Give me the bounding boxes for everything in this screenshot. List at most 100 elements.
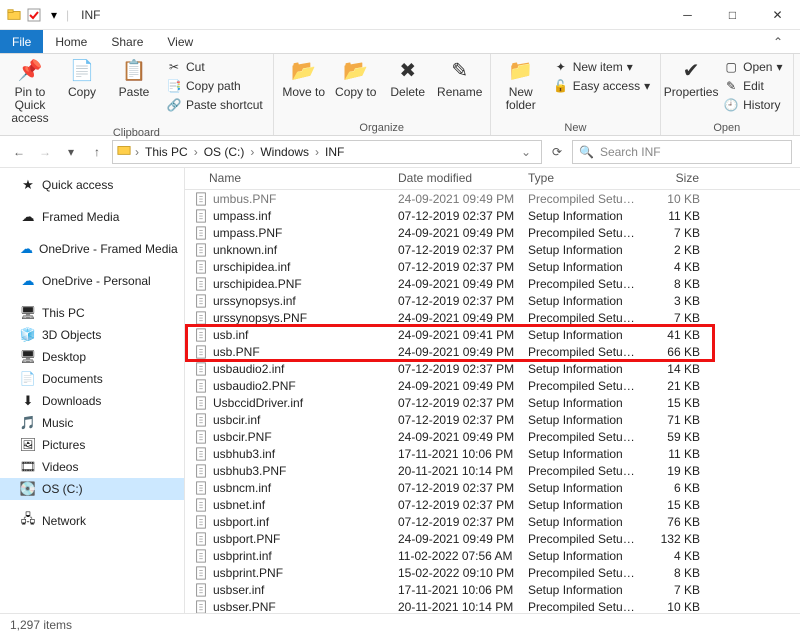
nav-this-pc[interactable]: 🖥This PC — [0, 302, 184, 324]
paste-button[interactable]: 📋Paste — [110, 56, 158, 99]
tab-file[interactable]: File — [0, 30, 43, 53]
chevron-right-icon[interactable]: › — [313, 145, 321, 159]
collapse-ribbon-button[interactable]: ⌃ — [756, 30, 800, 53]
file-row[interactable]: umbus.PNF24-09-2021 09:49 PMPrecompiled … — [185, 190, 800, 207]
copy-to-button[interactable]: 📂Copy to — [332, 56, 380, 99]
file-row[interactable]: UsbccidDriver.inf07-12-2019 02:37 PMSetu… — [185, 394, 800, 411]
file-row[interactable]: usbport.inf07-12-2019 02:37 PMSetup Info… — [185, 513, 800, 530]
nav-onedrive-framed[interactable]: ☁OneDrive - Framed Media — [0, 238, 184, 260]
column-type[interactable]: Type — [520, 168, 638, 189]
column-name[interactable]: Name — [185, 168, 390, 189]
nav-pictures[interactable]: 🖼Pictures — [0, 434, 184, 456]
minimize-button[interactable]: ─ — [665, 0, 710, 30]
file-row[interactable]: urschipidea.PNF24-09-2021 09:49 PMPrecom… — [185, 275, 800, 292]
file-row[interactable]: usbhub3.PNF20-11-2021 10:14 PMPrecompile… — [185, 462, 800, 479]
nav-onedrive-personal[interactable]: ☁OneDrive - Personal — [0, 270, 184, 292]
easy-access-button[interactable]: 🔓Easy access▾ — [549, 77, 654, 95]
chevron-right-icon[interactable]: › — [133, 145, 141, 159]
file-row[interactable]: umpass.PNF24-09-2021 09:49 PMPrecompiled… — [185, 224, 800, 241]
file-type: Setup Information — [520, 481, 638, 495]
refresh-button[interactable]: ⟳ — [546, 140, 568, 164]
nav-music[interactable]: 🎵Music — [0, 412, 184, 434]
nav-network[interactable]: 🖧Network — [0, 510, 184, 532]
recent-locations-button[interactable]: ▾ — [60, 140, 82, 164]
file-row[interactable]: usbaudio2.PNF24-09-2021 09:49 PMPrecompi… — [185, 377, 800, 394]
address-dropdown-button[interactable]: ⌄ — [515, 145, 537, 159]
file-row[interactable]: usbprint.PNF15-02-2022 09:10 PMPrecompil… — [185, 564, 800, 581]
forward-button[interactable]: → — [34, 140, 56, 164]
breadcrumb[interactable]: Windows — [258, 145, 311, 159]
qat-checkbox-icon[interactable] — [26, 7, 42, 23]
file-date: 07-12-2019 02:37 PM — [390, 209, 520, 223]
file-row[interactable]: usbnet.inf07-12-2019 02:37 PMSetup Infor… — [185, 496, 800, 513]
breadcrumb[interactable]: OS (C:) — [202, 145, 247, 159]
file-row[interactable]: umpass.inf07-12-2019 02:37 PMSetup Infor… — [185, 207, 800, 224]
tab-share[interactable]: Share — [99, 30, 155, 53]
copy-path-button[interactable]: 📑Copy path — [162, 77, 267, 95]
drive-icon: 💽 — [20, 481, 36, 497]
file-icon — [193, 208, 209, 224]
tab-view[interactable]: View — [155, 30, 205, 53]
copy-button[interactable]: 📄Copy — [58, 56, 106, 99]
close-button[interactable]: ✕ — [755, 0, 800, 30]
open-button[interactable]: ▢Open▾ — [719, 58, 786, 76]
pin-quick-access-button[interactable]: 📌Pin to Quick access — [6, 56, 54, 126]
nav-framed-media[interactable]: ☁Framed Media — [0, 206, 184, 228]
new-item-button[interactable]: ✦New item▾ — [549, 58, 654, 76]
nav-documents[interactable]: 📄Documents — [0, 368, 184, 390]
file-row[interactable]: usbser.PNF20-11-2021 10:14 PMPrecompiled… — [185, 598, 800, 613]
file-icon — [193, 344, 209, 360]
history-button[interactable]: 🕘History — [719, 96, 786, 114]
file-type: Precompiled Setu… — [520, 226, 638, 240]
column-date[interactable]: Date modified — [390, 168, 520, 189]
file-size: 10 KB — [638, 600, 708, 614]
file-row[interactable]: usbcir.PNF24-09-2021 09:49 PMPrecompiled… — [185, 428, 800, 445]
nav-videos[interactable]: 🎞Videos — [0, 456, 184, 478]
search-box[interactable]: 🔍 Search INF — [572, 140, 792, 164]
breadcrumb[interactable]: INF — [323, 145, 346, 159]
file-row[interactable]: urssynopsys.inf07-12-2019 02:37 PMSetup … — [185, 292, 800, 309]
rename-button[interactable]: ✎Rename — [436, 56, 484, 99]
new-folder-button[interactable]: 📁New folder — [497, 56, 545, 112]
tab-home[interactable]: Home — [43, 30, 99, 53]
file-row[interactable]: usbcir.inf07-12-2019 02:37 PMSetup Infor… — [185, 411, 800, 428]
delete-button[interactable]: ✖Delete — [384, 56, 432, 99]
file-row[interactable]: usbaudio2.inf07-12-2019 02:37 PMSetup In… — [185, 360, 800, 377]
cut-button[interactable]: ✂Cut — [162, 58, 267, 76]
file-row[interactable]: usbncm.inf07-12-2019 02:37 PMSetup Infor… — [185, 479, 800, 496]
chevron-down-icon[interactable]: ▾ — [46, 7, 62, 23]
column-size[interactable]: Size — [638, 168, 708, 189]
file-row[interactable]: urssynopsys.PNF24-09-2021 09:49 PMPrecom… — [185, 309, 800, 326]
move-to-button[interactable]: 📂Move to — [280, 56, 328, 99]
paste-shortcut-button[interactable]: 🔗Paste shortcut — [162, 96, 267, 114]
nav-downloads[interactable]: ⬇Downloads — [0, 390, 184, 412]
chevron-right-icon[interactable]: › — [192, 145, 200, 159]
nav-desktop[interactable]: 🖥Desktop — [0, 346, 184, 368]
nav-os-c[interactable]: 💽OS (C:) — [0, 478, 184, 500]
file-icon — [193, 191, 209, 207]
file-row[interactable]: unknown.inf07-12-2019 02:37 PMSetup Info… — [185, 241, 800, 258]
file-row[interactable]: usbport.PNF24-09-2021 09:49 PMPrecompile… — [185, 530, 800, 547]
address-bar[interactable]: › This PC › OS (C:) › Windows › INF ⌄ — [112, 140, 542, 164]
file-name: unknown.inf — [213, 243, 277, 257]
back-button[interactable]: ← — [8, 140, 30, 164]
file-row[interactable]: usb.inf24-09-2021 09:41 PMSetup Informat… — [185, 326, 800, 343]
edit-button[interactable]: ✎Edit — [719, 77, 786, 95]
rename-icon: ✎ — [447, 58, 473, 84]
file-row[interactable]: usbser.inf17-11-2021 10:06 PMSetup Infor… — [185, 581, 800, 598]
file-row[interactable]: usb.PNF24-09-2021 09:49 PMPrecompiled Se… — [185, 343, 800, 360]
file-name: usbnet.inf — [213, 498, 265, 512]
nav-3d-objects[interactable]: 🧊3D Objects — [0, 324, 184, 346]
chevron-right-icon[interactable]: › — [248, 145, 256, 159]
file-row[interactable]: urschipidea.inf07-12-2019 02:37 PMSetup … — [185, 258, 800, 275]
breadcrumb[interactable]: This PC — [143, 145, 190, 159]
properties-button[interactable]: ✔Properties — [667, 56, 715, 99]
nav-quick-access[interactable]: ★Quick access — [0, 174, 184, 196]
copy-icon: 📄 — [69, 58, 95, 84]
maximize-button[interactable]: □ — [710, 0, 755, 30]
file-row[interactable]: usbprint.inf11-02-2022 07:56 AMSetup Inf… — [185, 547, 800, 564]
new-folder-icon: 📁 — [508, 58, 534, 84]
copy-path-icon: 📑 — [166, 78, 182, 94]
file-row[interactable]: usbhub3.inf17-11-2021 10:06 PMSetup Info… — [185, 445, 800, 462]
up-button[interactable]: ↑ — [86, 140, 108, 164]
